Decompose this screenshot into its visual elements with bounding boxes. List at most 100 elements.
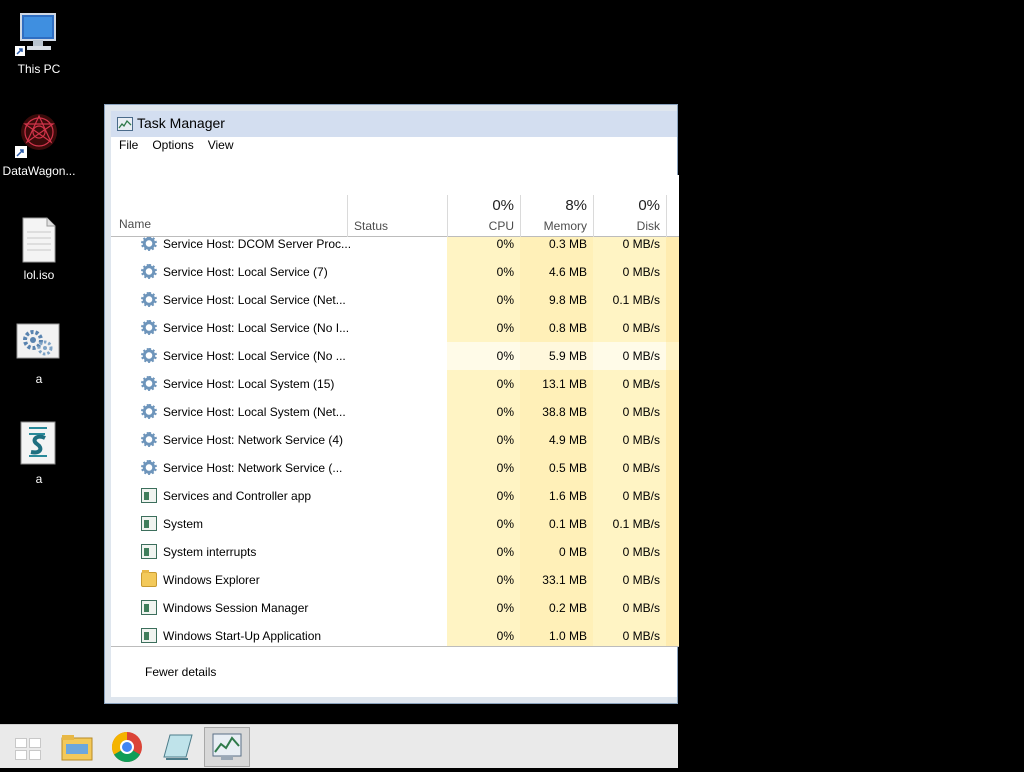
- cpu-cell: 0%: [447, 482, 520, 510]
- disk-total-percent: 0%: [638, 197, 660, 214]
- overflow-cell: [666, 510, 679, 538]
- process-row[interactable]: 0% 1.6 MB 0 MB/s Services and Controller ap…: [111, 482, 679, 510]
- process-name: System: [163, 517, 204, 531]
- memory-cell: 0 MB: [520, 538, 593, 566]
- memory-value: 13.1 MB: [542, 377, 587, 391]
- memory-cell: 0.8 MB: [520, 314, 593, 342]
- gear-icon: [141, 376, 157, 391]
- column-status-label: Status: [354, 219, 389, 233]
- process-name: Service Host: Local System (Net...: [163, 405, 346, 419]
- process-row[interactable]: 0% 5.9 MB 0 MB/s Service Host: Local Servic…: [111, 342, 679, 370]
- app-window-icon: [141, 488, 157, 503]
- cpu-cell: 0%: [447, 454, 520, 482]
- disk-value: 0 MB/s: [622, 349, 660, 363]
- disk-cell: 0 MB/s: [593, 258, 666, 286]
- disk-cell: 0 MB/s: [593, 594, 666, 622]
- column-memory-label: Memory: [543, 219, 587, 233]
- memory-value: 0.1 MB: [548, 517, 587, 531]
- disk-cell: 0.1 MB/s: [593, 510, 666, 538]
- memory-value: 4.6 MB: [548, 265, 587, 279]
- task-manager-icon: [117, 117, 133, 131]
- process-row[interactable]: 0% 4.6 MB 0 MB/s Service Host: Local Servic…: [111, 258, 679, 286]
- cpu-value: 0%: [496, 377, 514, 391]
- overflow-cell: [666, 538, 679, 566]
- menu-options[interactable]: Options: [152, 137, 193, 155]
- process-row[interactable]: 0% 0.3 MB 0 MB/s Service Host: DCOM Server …: [111, 237, 679, 258]
- disk-value: 0 MB/s: [622, 265, 660, 279]
- overflow-cell: [666, 594, 679, 622]
- cpu-cell: 0%: [447, 594, 520, 622]
- disk-value: 0 MB/s: [622, 629, 660, 643]
- disk-cell: 0 MB/s: [593, 426, 666, 454]
- process-row[interactable]: 0% 13.1 MB 0 MB/s Service Host: Local Syste…: [111, 370, 679, 398]
- disk-value: 0 MB/s: [622, 489, 660, 503]
- cpu-value: 0%: [496, 629, 514, 643]
- process-name: Windows Explorer: [163, 573, 260, 587]
- cpu-value: 0%: [496, 237, 514, 251]
- desktop-icon-a-script[interactable]: a: [0, 420, 78, 486]
- memory-cell: 0.5 MB: [520, 454, 593, 482]
- title-bar[interactable]: Task Manager: [111, 111, 677, 137]
- process-row[interactable]: 0% 0.5 MB 0 MB/s Service Host: Network Serv…: [111, 454, 679, 482]
- desktop-icon-a-settings[interactable]: a: [0, 320, 78, 386]
- process-name: Service Host: Local Service (No ...: [163, 349, 346, 363]
- column-header: Name Status 0% CPU 8% Memory 0% Disk: [111, 175, 679, 237]
- process-row[interactable]: 0% 0.1 MB 0.1 MB/s System: [111, 510, 679, 538]
- gear-icon: [141, 348, 157, 363]
- column-memory[interactable]: 8% Memory: [520, 195, 593, 237]
- process-row[interactable]: 0% 0.2 MB 0 MB/s Windows Session Manager: [111, 594, 679, 622]
- cpu-cell: 0%: [447, 286, 520, 314]
- desktop-icon-lol-iso[interactable]: lol.iso: [0, 216, 78, 282]
- cpu-value: 0%: [496, 517, 514, 531]
- desktop-icon-this-pc[interactable]: This PC: [0, 10, 78, 76]
- memory-value: 0.3 MB: [548, 237, 587, 251]
- process-list: 0% 0.3 MB 0 MB/s Service Host: DCOM Server …: [111, 237, 679, 647]
- overflow-cell: [666, 286, 679, 314]
- taskbar-file-explorer[interactable]: [54, 727, 100, 767]
- process-row[interactable]: 0% 38.8 MB 0 MB/s Service Host: Local Syste…: [111, 398, 679, 426]
- overflow-cell: [666, 370, 679, 398]
- overflow-cell: [666, 258, 679, 286]
- overflow-cell: [666, 566, 679, 594]
- disk-value: 0 MB/s: [622, 237, 660, 251]
- taskbar-chrome[interactable]: [104, 727, 150, 767]
- desktop-icon-datawagon[interactable]: DataWagon...: [0, 112, 78, 178]
- gear-icon: [141, 320, 157, 335]
- process-row[interactable]: 0% 0.8 MB 0 MB/s Service Host: Local Servic…: [111, 314, 679, 342]
- process-name: Service Host: Network Service (...: [163, 461, 343, 475]
- column-cpu[interactable]: 0% CPU: [447, 195, 520, 237]
- desktop-icon-label: lol.iso: [23, 268, 55, 282]
- menu-view[interactable]: View: [208, 137, 234, 155]
- process-name: Service Host: Local Service (No I...: [163, 321, 350, 335]
- fewer-details-button[interactable]: Fewer details: [145, 665, 216, 679]
- taskbar-task-manager[interactable]: [204, 727, 250, 767]
- memory-value: 5.9 MB: [548, 349, 587, 363]
- desktop-icon-label: This PC: [17, 62, 61, 76]
- cpu-cell: 0%: [447, 370, 520, 398]
- column-status[interactable]: Status: [347, 195, 447, 237]
- process-row[interactable]: 0% 4.9 MB 0 MB/s Service Host: Network Serv…: [111, 426, 679, 454]
- process-name: Service Host: Local Service (7): [163, 265, 328, 279]
- process-row[interactable]: 0% 9.8 MB 0.1 MB/s Service Host: Local Serv…: [111, 286, 679, 314]
- column-disk[interactable]: 0% Disk: [593, 195, 666, 237]
- process-row[interactable]: 0% 0 MB 0 MB/s System interrupts: [111, 538, 679, 566]
- disk-value: 0 MB/s: [622, 545, 660, 559]
- memory-cell: 0.3 MB: [520, 237, 593, 258]
- process-row[interactable]: 0% 1.0 MB 0 MB/s Windows Start-Up Applicati…: [111, 622, 679, 646]
- memory-value: 33.1 MB: [542, 573, 587, 587]
- cpu-cell: 0%: [447, 237, 520, 258]
- memory-cell: 1.6 MB: [520, 482, 593, 510]
- notepad-icon: [163, 734, 193, 760]
- app-window-icon: [141, 600, 157, 615]
- memory-value: 0.2 MB: [548, 601, 587, 615]
- start-button[interactable]: [2, 727, 48, 767]
- column-name[interactable]: Name: [119, 217, 151, 231]
- cpu-cell: 0%: [447, 314, 520, 342]
- memory-value: 0.8 MB: [548, 321, 587, 335]
- cpu-value: 0%: [496, 321, 514, 335]
- memory-cell: 0.1 MB: [520, 510, 593, 538]
- menu-file[interactable]: File: [119, 137, 138, 155]
- cpu-cell: 0%: [447, 342, 520, 370]
- taskbar-notepad[interactable]: [154, 727, 200, 767]
- process-row[interactable]: 0% 33.1 MB 0 MB/s Windows Explorer: [111, 566, 679, 594]
